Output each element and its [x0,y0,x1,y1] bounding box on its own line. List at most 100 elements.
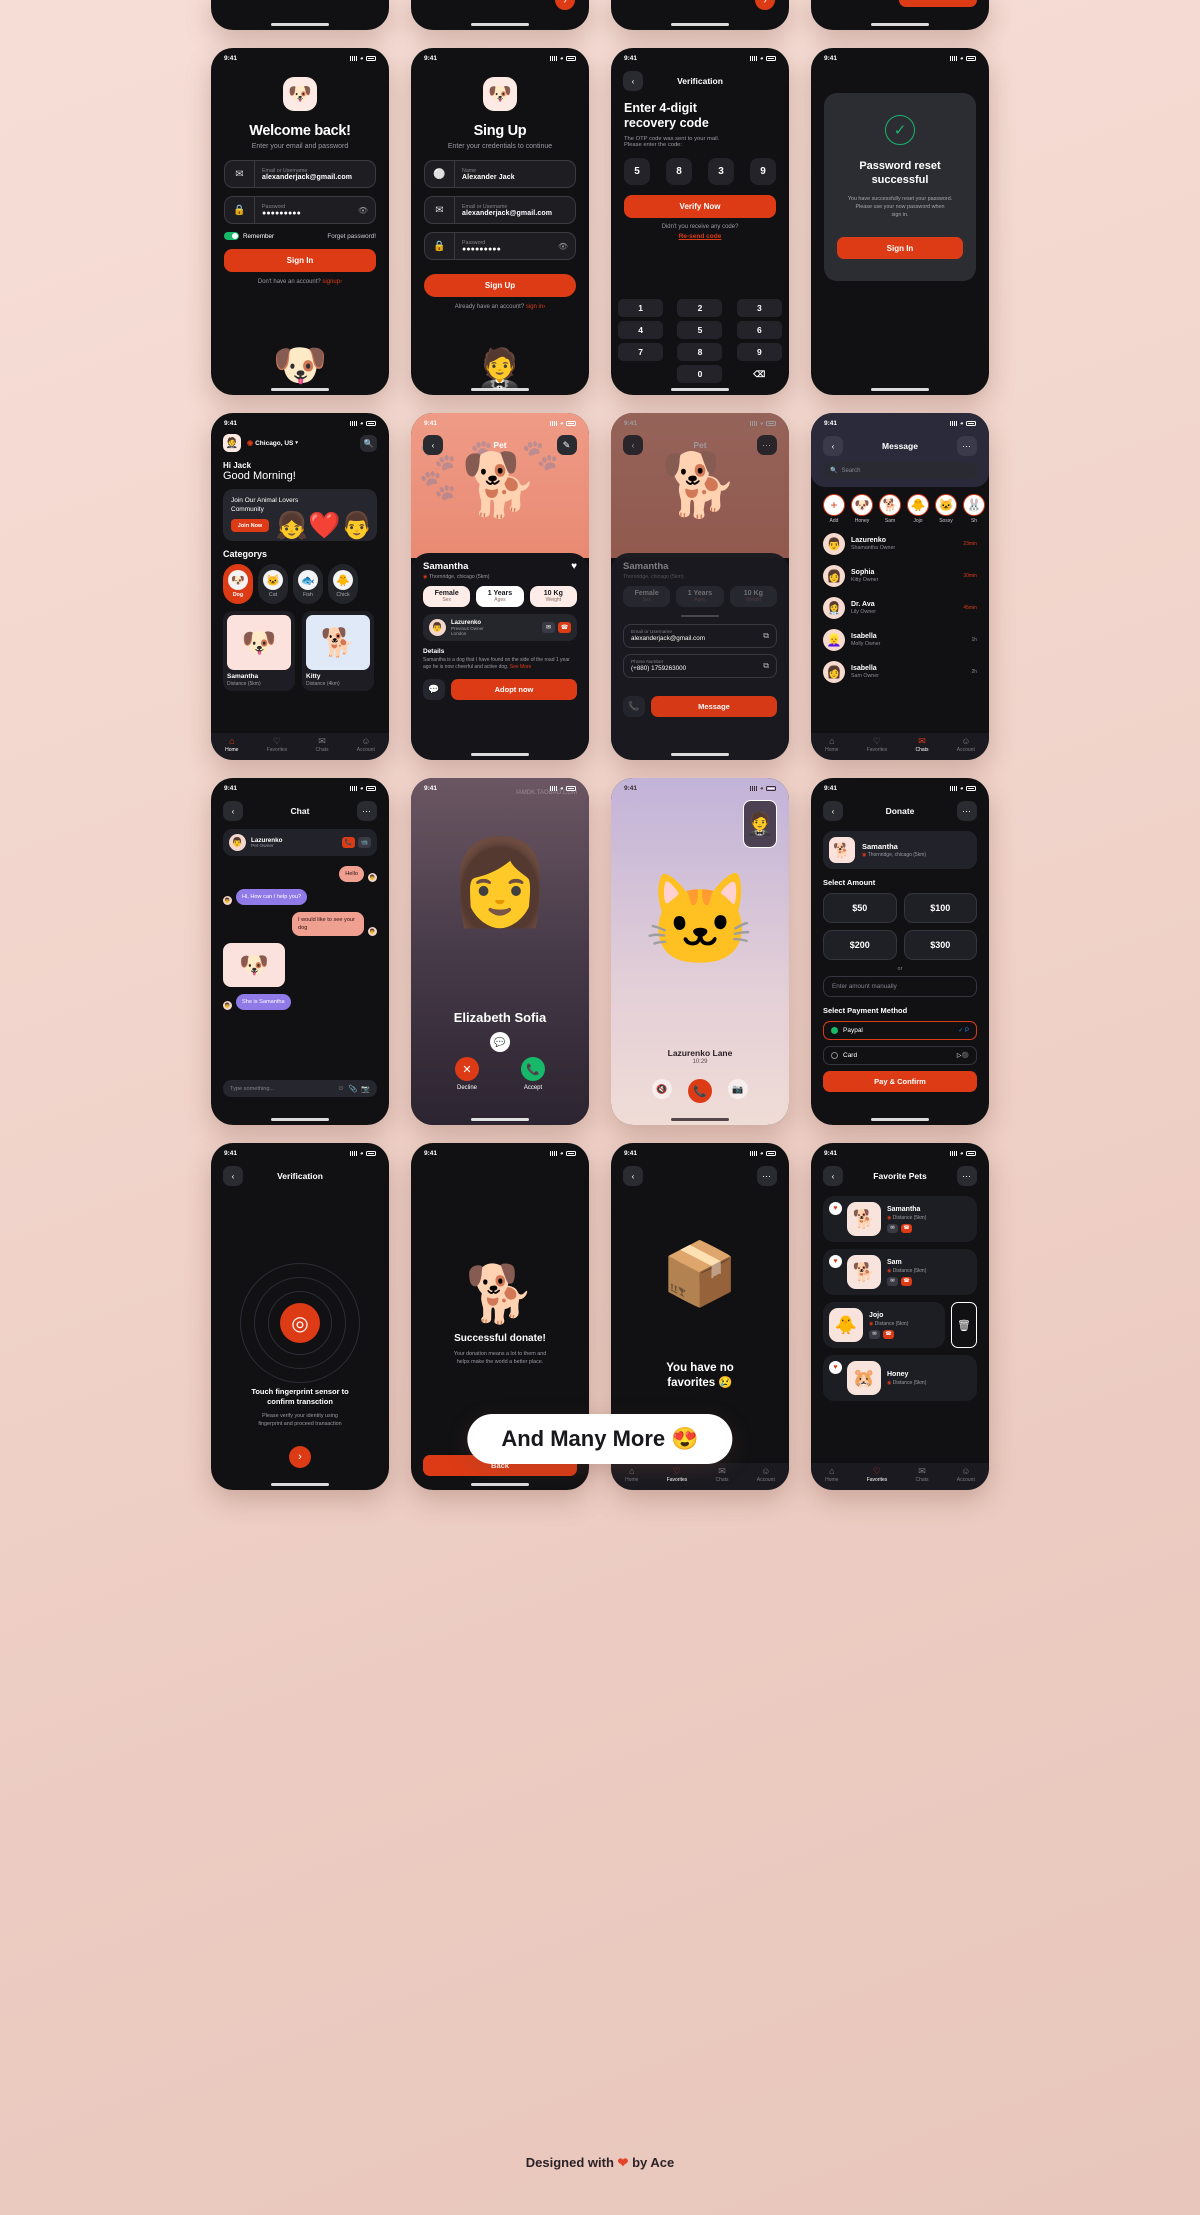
sign-up-button[interactable]: Sign Up [424,274,576,297]
avatar[interactable]: 🤵 [223,434,241,452]
call-icon[interactable]: ☎ [558,622,571,633]
tab-favorites[interactable]: ♡ Favorites [867,1466,888,1483]
key-0[interactable]: 0 [677,365,723,383]
call-icon[interactable]: ☎ [883,1329,894,1339]
back-button[interactable]: ‹ [223,1166,243,1186]
otp-digit[interactable]: 9 [750,158,776,185]
pet-card[interactable]: 🐶 Samantha Distance (5km) [223,611,295,691]
message-icon[interactable]: ✉ [869,1329,880,1339]
donate-pet-card[interactable]: 🐕 Samantha ◉ Thornridge, chicago (5km) [823,831,977,869]
pay-confirm-button[interactable]: Pay & Confirm [823,1071,977,1092]
numeric-keypad[interactable]: 1 2 3 4 5 6 7 8 9 0 ⌫ [611,295,789,383]
eye-toggle-icon[interactable]: 👁 [558,242,575,251]
more-options-button[interactable]: ⋯ [957,436,977,456]
tab-home[interactable]: ⌂ Home [825,1466,838,1483]
camera-icon[interactable]: 📷 [361,1085,370,1093]
call-icon[interactable]: 📞 [342,837,355,848]
accept-call-button[interactable]: 📞 [521,1057,545,1081]
community-promo-card[interactable]: Join Our Animal Lovers Community Join No… [223,489,377,541]
conversation-row[interactable]: 👩 Sophia Kitty Owner 30min [811,560,989,592]
category-dog[interactable]: 🐶 Dog [223,564,253,604]
contact-email-field[interactable]: Email or Username alexanderjack@gmail.co… [623,624,777,648]
attach-icon[interactable]: 📎 [349,1085,358,1093]
more-options-button[interactable]: ⋯ [357,801,377,821]
key-8[interactable]: 8 [677,343,723,361]
back-button[interactable]: ‹ [623,71,643,91]
get-started-button[interactable]: Get Started [899,0,977,7]
more-options-button[interactable]: ⋯ [957,801,977,821]
owner-row[interactable]: 👨 Lazurenko Previous Owner London ✉ ☎ [423,614,577,641]
message-icon[interactable]: 💬 [490,1032,510,1052]
story-add[interactable]: + Add [823,494,845,524]
drag-handle[interactable] [681,615,719,617]
forgot-password-link[interactable]: Forget password! [327,233,376,240]
sign-in-button[interactable]: Sign In [224,249,376,272]
verify-now-button[interactable]: Verify Now [624,195,776,218]
chat-image-attachment[interactable]: 🐶 [223,943,285,987]
resend-code-link[interactable]: Re-send code [611,233,789,240]
email-field[interactable]: ✉ Email or Username alexanderjack@gmail.… [424,196,576,224]
next-button[interactable]: › [555,0,575,10]
tab-account[interactable]: ☺ Account [757,1466,775,1483]
story-item[interactable]: 🐰 Sh [963,494,985,524]
join-now-button[interactable]: Join Now [231,519,269,532]
call-icon[interactable]: ☎ [901,1276,912,1286]
story-item[interactable]: 🐕 Sam [879,494,901,524]
payment-method-paypal[interactable]: Paypal ✓ P [823,1021,977,1040]
backspace-key[interactable]: ⌫ [737,365,782,383]
tab-chats[interactable]: ✉ Chats [915,736,928,753]
bottom-tab-bar[interactable]: ⌂ Home ♡ Favorites ✉ Chats ☺ Account [811,1463,989,1490]
call-icon[interactable]: ☎ [901,1223,912,1233]
favorite-pet-row[interactable]: ♥ 🐕 Samantha ◉ Distance (5km) ✉ ☎ [823,1196,977,1242]
tab-home[interactable]: ⌂ Home [625,1466,638,1483]
more-options-button[interactable]: ⋯ [957,1166,977,1186]
tab-chats[interactable]: ✉ Chats [715,1466,728,1483]
key-7[interactable]: 7 [618,343,664,361]
back-button[interactable]: ‹ [223,801,243,821]
conversation-row[interactable]: 👩 Isabella Sam Owner 2h [811,656,989,688]
video-icon[interactable]: 📹 [358,837,371,848]
edit-button[interactable]: ✎ [557,435,577,455]
heart-icon[interactable]: ♥ [829,1255,842,1268]
otp-inputs[interactable]: 5 8 3 9 [611,148,789,185]
tab-account[interactable]: ☺ Account [957,1466,975,1483]
favorite-heart-icon[interactable]: ♥ [571,561,577,572]
favorite-pet-row[interactable]: ♥ 🐹 Honey ◉ Distance (5km) [823,1355,977,1401]
signup-link[interactable]: signup› [322,279,342,285]
email-field[interactable]: ✉ Email or Username alexanderjack@gmail.… [224,160,376,188]
heart-icon[interactable]: ♥ [829,1202,842,1215]
delete-button[interactable]: 🗑 [951,1302,977,1348]
call-button[interactable]: 📞 [623,696,645,717]
chat-input[interactable]: Type something... ☺ 📎 📷 [223,1080,377,1097]
conversation-row[interactable]: 👱‍♀️ Isabella Molly Owner 1h [811,624,989,656]
amount-option[interactable]: $200 [823,930,897,960]
mute-button[interactable]: 🔇 [652,1079,672,1099]
tab-favorites[interactable]: ♡ Favorites [667,1466,688,1483]
self-view-thumbnail[interactable]: 🤵 [743,800,777,848]
fingerprint-sensor-button[interactable]: ◎ [280,1303,320,1343]
emoji-icon[interactable]: ☺ [337,1085,344,1093]
story-item[interactable]: 🐱 Sossy [935,494,957,524]
remember-toggle[interactable] [224,232,239,240]
search-input[interactable]: 🔍 Search [823,462,977,479]
key-1[interactable]: 1 [618,299,664,317]
amount-options[interactable]: $50 $100 $200 $300 [811,893,989,960]
eye-toggle-icon[interactable]: 👁 [358,206,375,215]
heart-icon[interactable]: ♥ [829,1361,842,1374]
chat-shortcut-icon[interactable]: 💬 [423,679,445,700]
story-item[interactable]: 🐥 Jojo [907,494,929,524]
manual-amount-input[interactable]: Enter amount manually [823,976,977,997]
name-field[interactable]: ⚪ Name Alexander Jack [424,160,576,188]
key-5[interactable]: 5 [677,321,723,339]
location-selector[interactable]: ◉ Chicago, US ▾ [247,439,298,448]
bottom-tab-bar[interactable]: ⌂ Home ♡ Favorites ✉ Chats ☺ Account [611,1463,789,1490]
tab-favorites[interactable]: ♡ Favorites [867,736,888,753]
category-cat[interactable]: 🐱 Cat [258,564,288,604]
next-button[interactable]: › [755,0,775,10]
copy-icon[interactable]: ⧉ [763,661,769,671]
decline-call-button[interactable]: ✕ [455,1057,479,1081]
otp-digit[interactable]: 3 [708,158,734,185]
tab-chats[interactable]: ✉ Chats [315,736,328,753]
back-button[interactable]: ‹ [623,1166,643,1186]
message-button[interactable]: Message [651,696,777,717]
